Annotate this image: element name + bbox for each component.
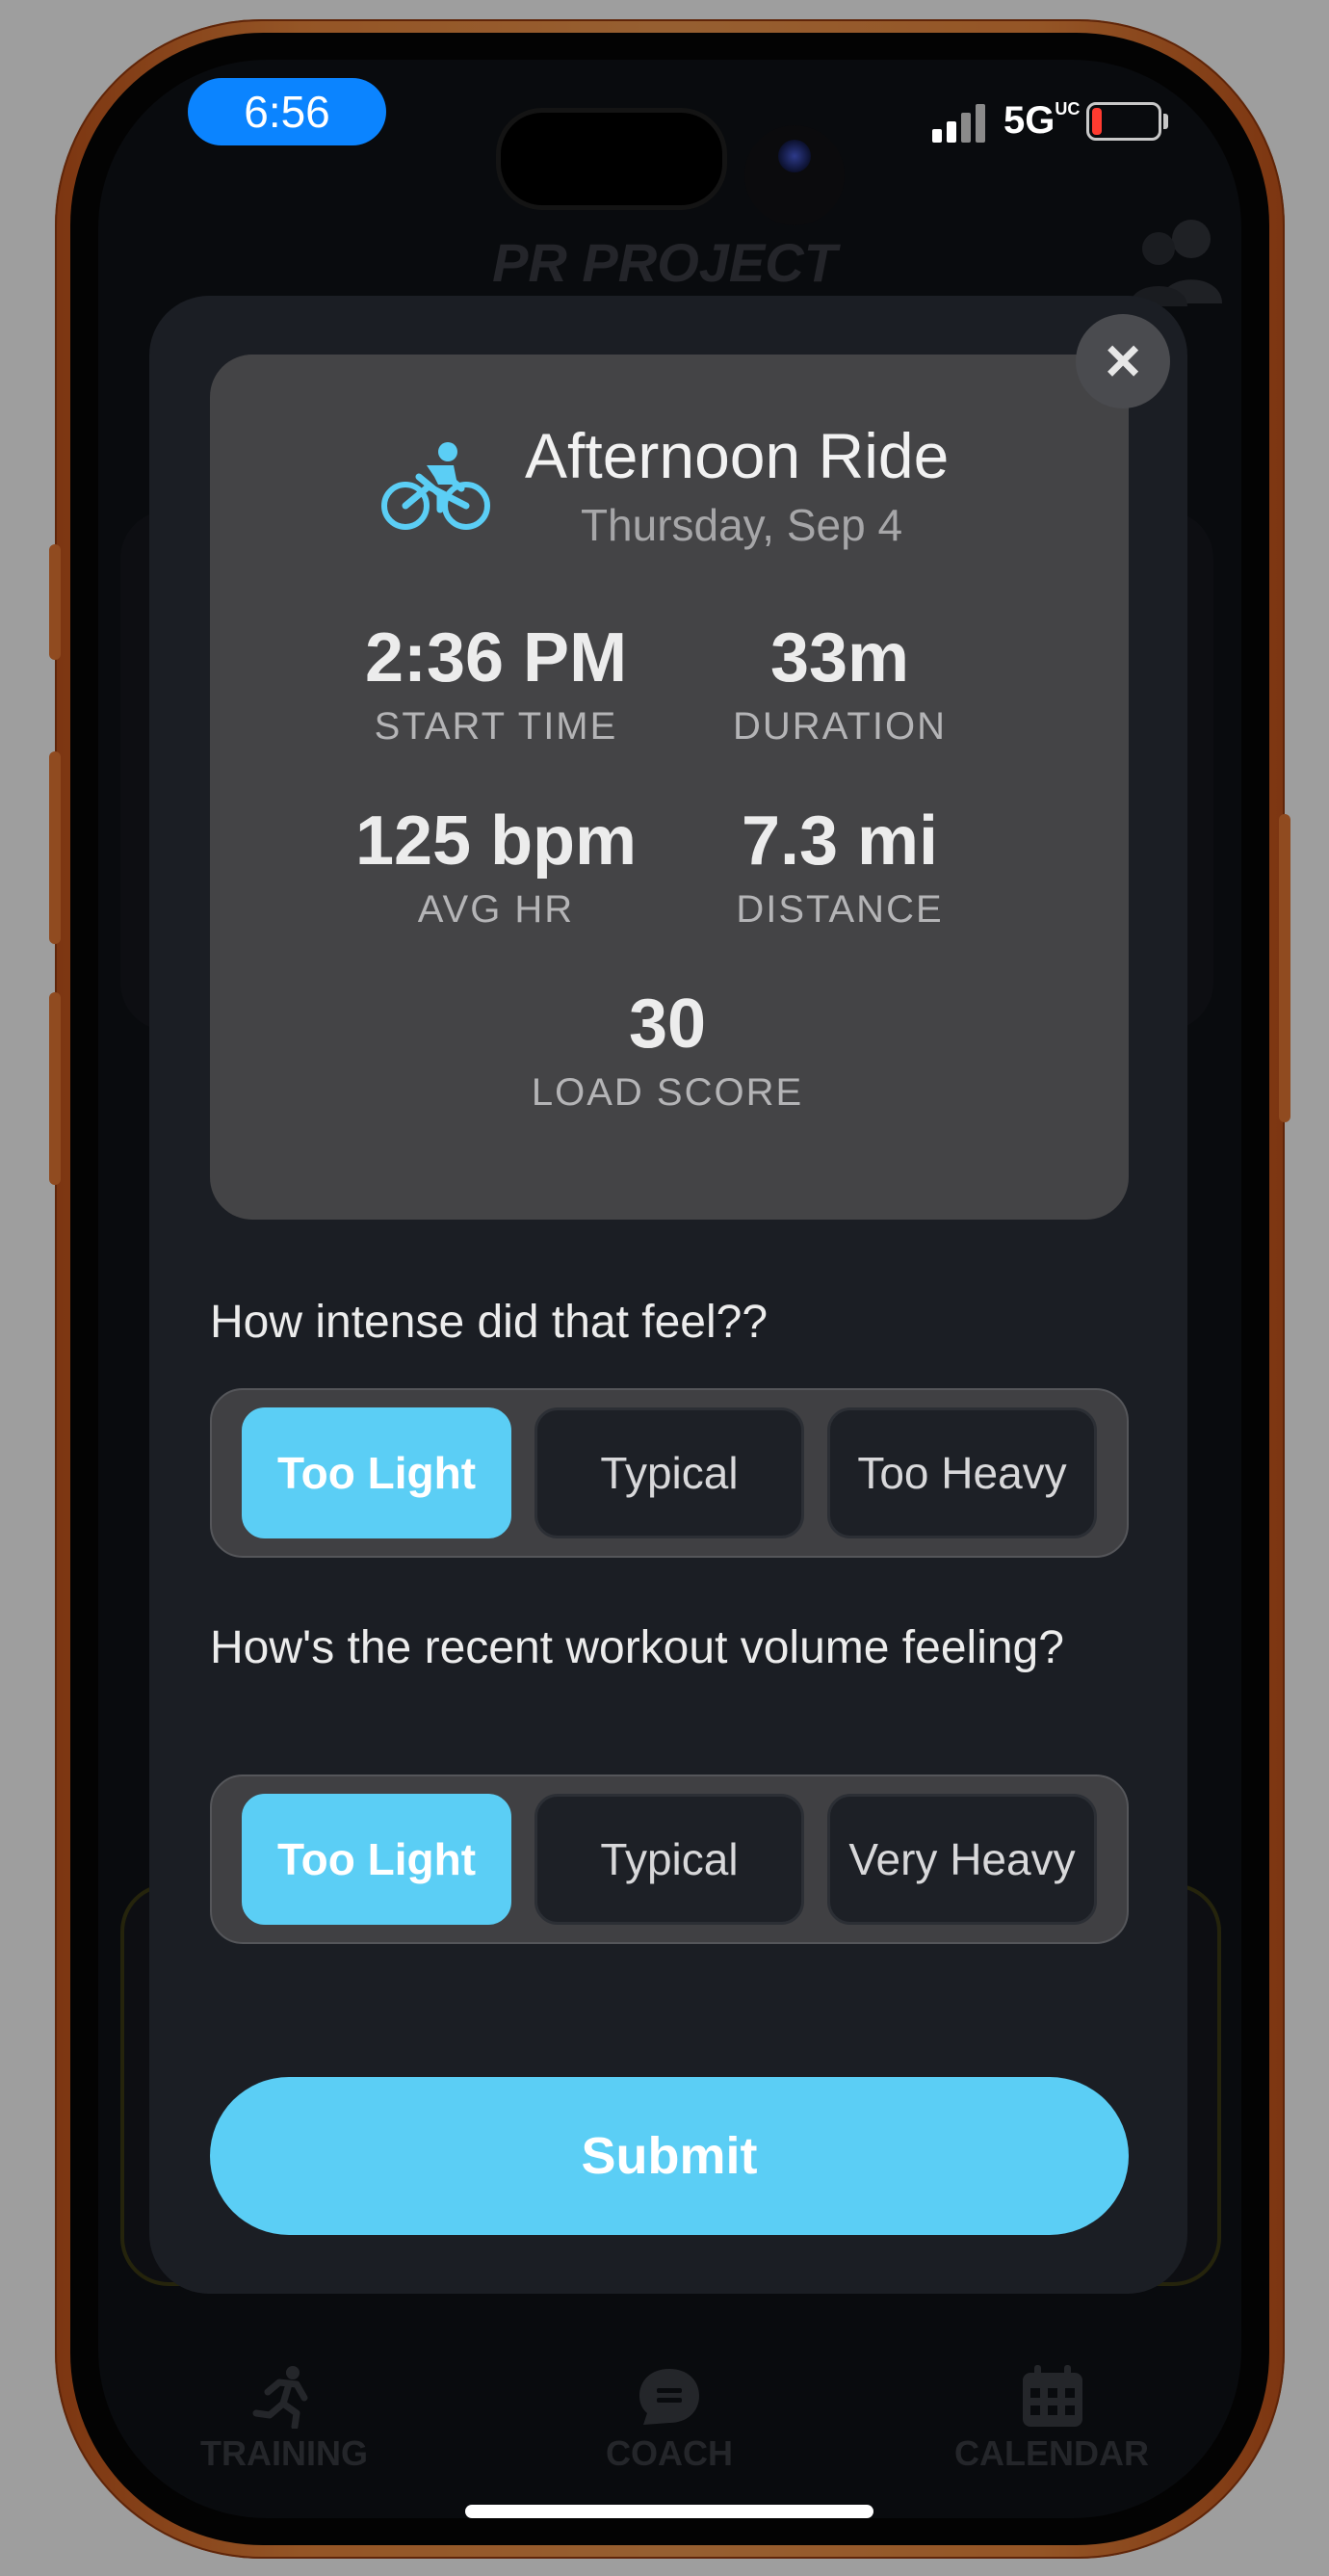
runner-icon — [252, 2366, 308, 2429]
intensity-option-too-light[interactable]: Too Light — [242, 1407, 511, 1538]
submit-button[interactable]: Submit — [210, 2077, 1129, 2235]
stat-load-score-label: LOAD SCORE — [531, 1071, 804, 1114]
volume-up-button — [49, 751, 61, 944]
people-icon — [1130, 220, 1222, 306]
activity-date: Thursday, Sep 4 — [580, 500, 903, 550]
stat-duration-label: DURATION — [733, 705, 947, 748]
camera-lens — [778, 140, 811, 172]
battery-level — [1092, 108, 1102, 135]
stat-start-time-value: 2:36 PM — [364, 619, 628, 697]
volume-option-too-light[interactable]: Too Light — [242, 1794, 511, 1925]
status-time: 6:56 — [188, 78, 386, 145]
tab-training[interactable]: TRAINING — [159, 2433, 409, 2474]
tab-calendar[interactable]: CALENDAR — [926, 2433, 1177, 2474]
calendar-icon — [1023, 2365, 1082, 2427]
stat-start-time-label: START TIME — [374, 705, 618, 748]
question-intensity: How intense did that feel?? — [210, 1297, 769, 1348]
close-button[interactable]: × — [1076, 314, 1170, 408]
network-type: 5GUC — [1003, 99, 1081, 142]
intensity-option-typical[interactable]: Typical — [534, 1407, 804, 1538]
volume-down-button — [49, 992, 61, 1185]
stat-load-score-value: 30 — [628, 986, 707, 1063]
dynamic-island — [496, 108, 727, 210]
activity-title: Afternoon Ride — [525, 420, 950, 491]
stat-duration-value: 33m — [769, 619, 910, 697]
stat-avg-hr-label: AVG HR — [417, 888, 575, 931]
question-volume: How's the recent workout volume feeling? — [210, 1622, 1064, 1673]
stat-distance-label: DISTANCE — [736, 888, 944, 931]
app-title: PR PROJECT — [492, 232, 837, 293]
bike-icon — [381, 442, 490, 530]
cellular-signal-icon — [932, 104, 985, 143]
stat-distance-value: 7.3 mi — [741, 802, 939, 880]
battery-tip — [1163, 114, 1168, 129]
volume-option-typical[interactable]: Typical — [534, 1794, 804, 1925]
action-button — [49, 544, 61, 660]
stat-avg-hr-value: 125 bpm — [354, 802, 638, 880]
volume-option-very-heavy[interactable]: Very Heavy — [827, 1794, 1097, 1925]
home-indicator[interactable] — [465, 2505, 873, 2518]
power-button — [1279, 814, 1290, 1122]
intensity-option-too-heavy[interactable]: Too Heavy — [827, 1407, 1097, 1538]
chat-bubble-icon — [639, 2369, 699, 2425]
tab-coach[interactable]: COACH — [544, 2433, 795, 2474]
